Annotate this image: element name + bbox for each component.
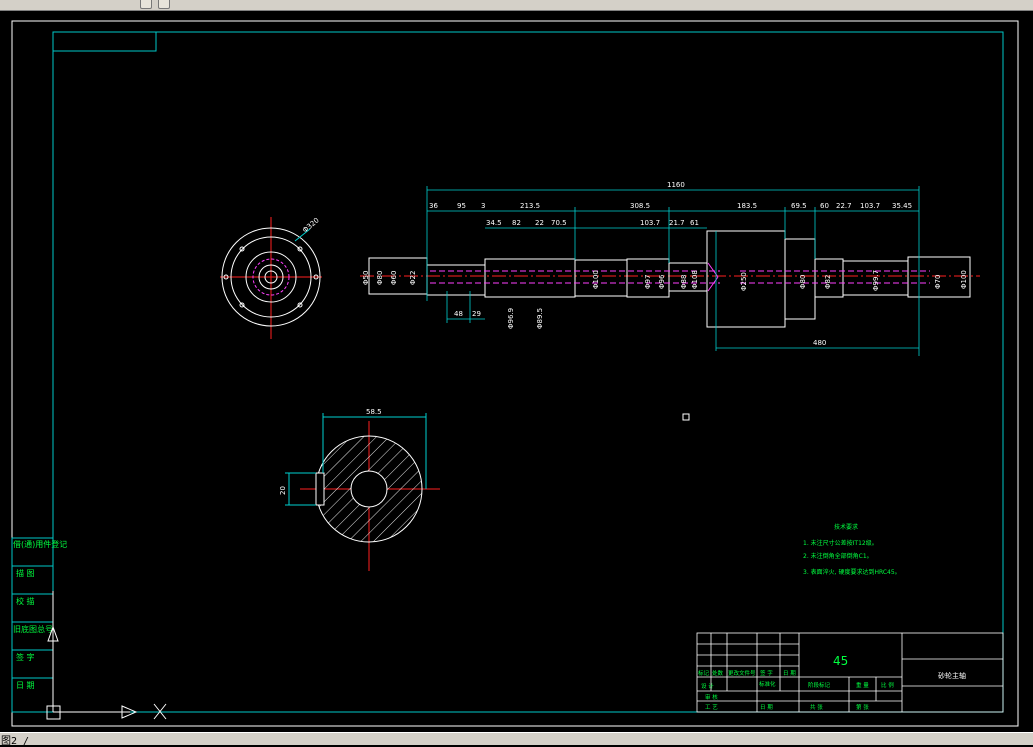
- bottom-label-1: 工 艺: [705, 704, 718, 711]
- shaft-view: [360, 230, 980, 328]
- dia-left-0: Φ50: [362, 271, 370, 285]
- row-label-2: 更改文件号: [728, 669, 756, 677]
- bottom-label-3: 共 张: [810, 703, 823, 711]
- strip-label-1: 描 图: [16, 568, 35, 578]
- corner-box: [52, 31, 157, 52]
- top-dim-1: 95: [457, 202, 466, 210]
- tech-title: 技术要求: [834, 523, 858, 531]
- stage-label-0: 阶段标记: [808, 681, 831, 689]
- status-bar: 图2 /: [0, 732, 1033, 747]
- second-dim-1: 82: [512, 219, 521, 227]
- strip-label-2: 校 描: [16, 596, 35, 606]
- dia-mid-4: Φ108: [691, 270, 699, 289]
- second-dim-5: 21.7: [669, 219, 685, 227]
- strip-label-0: 借(通)用件登记: [13, 539, 67, 549]
- toolbar-layer-icon[interactable]: [158, 0, 170, 9]
- part-name: 砂轮主轴: [938, 671, 966, 680]
- section-width-dim: 58.5: [366, 408, 382, 416]
- strip-label-4: 签 字: [16, 652, 35, 662]
- dia-mid-7: Φ82: [824, 275, 832, 289]
- end-view-dim: Φ320: [301, 216, 321, 234]
- dia-mid-0: Φ100: [592, 270, 600, 289]
- row-label-4: 日 期: [783, 670, 796, 677]
- top-dim-2: 3: [481, 202, 485, 210]
- second-dim-3: 70.5: [551, 219, 567, 227]
- end-view: [220, 217, 322, 339]
- dia-mid-8: Φ99.7: [872, 270, 880, 291]
- bottom-label-0: 审 核: [705, 693, 718, 701]
- top-toolbar: [0, 0, 1033, 11]
- tech-note-0: 1. 未注尺寸公差按IT12级。: [803, 539, 878, 547]
- row-label-3: 签 字: [760, 669, 773, 677]
- inner-frame: [52, 31, 1004, 713]
- drawing-canvas[interactable]: 借(通)用件登记 描 图 校 描 旧底图总号 签 字 日 期 Φ320 1160…: [0, 11, 1033, 732]
- material-label: 45: [833, 654, 848, 668]
- top-dim-0: 36: [429, 202, 438, 210]
- tech-note-1: 2. 未注倒角全部倒角C1。: [803, 552, 873, 560]
- dia-mid-10: Φ100: [960, 270, 968, 289]
- top-dim-3: 213.5: [520, 202, 540, 210]
- stage-label-1: 重 量: [856, 681, 869, 689]
- lower-dim-0: 48: [454, 310, 463, 318]
- col-label-0: 设 计: [701, 682, 714, 690]
- dia-mid-3: Φ88: [680, 275, 688, 289]
- lower-dim-1: 29: [472, 310, 481, 318]
- dia-mid-6: Φ80: [799, 275, 807, 289]
- toolbar-tool-icon[interactable]: [140, 0, 152, 9]
- strip-label-5: 日 期: [16, 681, 35, 690]
- outer-frame: [11, 20, 1019, 727]
- cursor-pickbox: [682, 413, 690, 421]
- dia-mid-5: Φ250: [740, 272, 748, 291]
- dia-left-1: Φ80: [376, 271, 384, 285]
- bottom-dim: 480: [813, 339, 826, 347]
- row-label-0: 标记: [698, 669, 710, 677]
- top-dim-7: 60: [820, 202, 829, 210]
- dia-mid-9: Φ70: [934, 275, 942, 289]
- top-dim-4: 308.5: [630, 202, 650, 210]
- second-dim-6: 61: [690, 219, 699, 227]
- top-dim-5: 183.5: [737, 202, 757, 210]
- top-dim-8: 22.7: [836, 202, 852, 210]
- overall-length-dim: 1160: [667, 181, 685, 189]
- bottom-label-4: 第 张: [856, 703, 869, 711]
- section-depth-dim: 20: [279, 486, 287, 495]
- top-dim-9: 103.7: [860, 202, 880, 210]
- top-dim-10: 35.45: [892, 202, 912, 210]
- cad-drawing: 借(通)用件登记 描 图 校 描 旧底图总号 签 字 日 期 Φ320 1160…: [11, 20, 1019, 727]
- second-dim-4: 103.7: [640, 219, 660, 227]
- stage-label-2: 比 例: [881, 681, 894, 689]
- ucs-icon: [46, 591, 167, 720]
- bottom-label-2: 日 期: [760, 704, 773, 711]
- section-view: [285, 413, 440, 571]
- lower-diam-1: Φ89.5: [536, 308, 544, 329]
- top-dim-6: 69.5: [791, 202, 807, 210]
- dia-left-3: Φ22: [409, 271, 417, 285]
- tech-note-2: 3. 表面淬火, 硬度要求达到HRC45。: [803, 568, 901, 576]
- dia-mid-2: Φ96: [658, 274, 666, 289]
- lower-diam-0: Φ96.9: [507, 308, 515, 329]
- second-dim-2: 22: [535, 219, 544, 227]
- col-label-1: 标准化: [759, 680, 776, 688]
- status-text: 图2 /: [1, 736, 30, 747]
- dia-left-2: Φ60: [390, 271, 398, 285]
- row-label-1: 处数: [712, 669, 724, 677]
- strip-label-3: 旧底图总号: [13, 624, 53, 634]
- dia-mid-1: Φ97: [644, 275, 652, 289]
- second-dim-0: 34.5: [486, 219, 502, 227]
